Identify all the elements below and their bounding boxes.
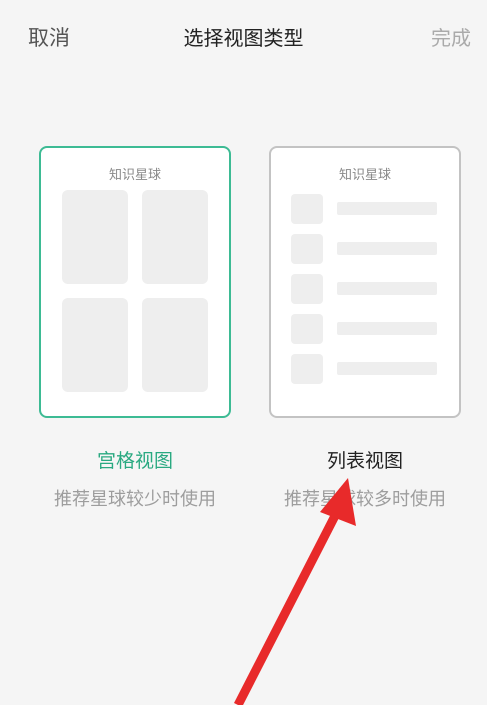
list-row <box>291 354 441 384</box>
list-row <box>291 274 441 304</box>
done-button[interactable]: 完成 <box>431 22 471 51</box>
grid-tile <box>142 298 208 392</box>
list-row-line <box>337 202 437 215</box>
list-view-label[interactable]: 列表视图 <box>269 446 461 473</box>
grid-view-label[interactable]: 宫格视图 <box>39 446 231 473</box>
list-view-option[interactable]: 知识星球 列表视图 推荐星球较多时使用 <box>269 146 461 511</box>
list-view-preview-card[interactable]: 知识星球 <box>269 146 461 418</box>
list-row <box>291 194 441 224</box>
list-row <box>291 234 441 264</box>
list-row <box>291 314 441 344</box>
preview-card-title: 知识星球 <box>338 168 391 183</box>
list-row-thumb <box>291 234 323 264</box>
list-row-thumb <box>291 354 323 384</box>
list-row-line <box>337 322 437 335</box>
page-title: 选择视图类型 <box>183 26 304 50</box>
grid-tile <box>62 190 128 284</box>
grid-tile <box>62 298 128 392</box>
header-bar: 取消 选择视图类型 完成 <box>0 0 487 72</box>
list-row-thumb <box>291 274 323 304</box>
grid-view-option[interactable]: 知识星球 宫格视图 推荐星球较少时使用 <box>39 146 231 511</box>
grid-view-description: 推荐星球较少时使用 <box>54 489 216 510</box>
list-row-thumb <box>291 314 323 344</box>
list-row-line <box>337 242 437 255</box>
preview-card-title: 知识星球 <box>108 168 161 183</box>
list-row-line <box>337 282 437 295</box>
list-row-thumb <box>291 194 323 224</box>
view-type-picker: 取消 选择视图类型 完成 知识星球 宫格视图 推荐星球较少时使用 知识星球 列表… <box>0 0 487 705</box>
list-row-line <box>337 362 437 375</box>
grid-view-preview-card[interactable]: 知识星球 <box>39 146 231 418</box>
list-view-description: 推荐星球较多时使用 <box>284 489 446 510</box>
grid-tile <box>142 190 208 284</box>
